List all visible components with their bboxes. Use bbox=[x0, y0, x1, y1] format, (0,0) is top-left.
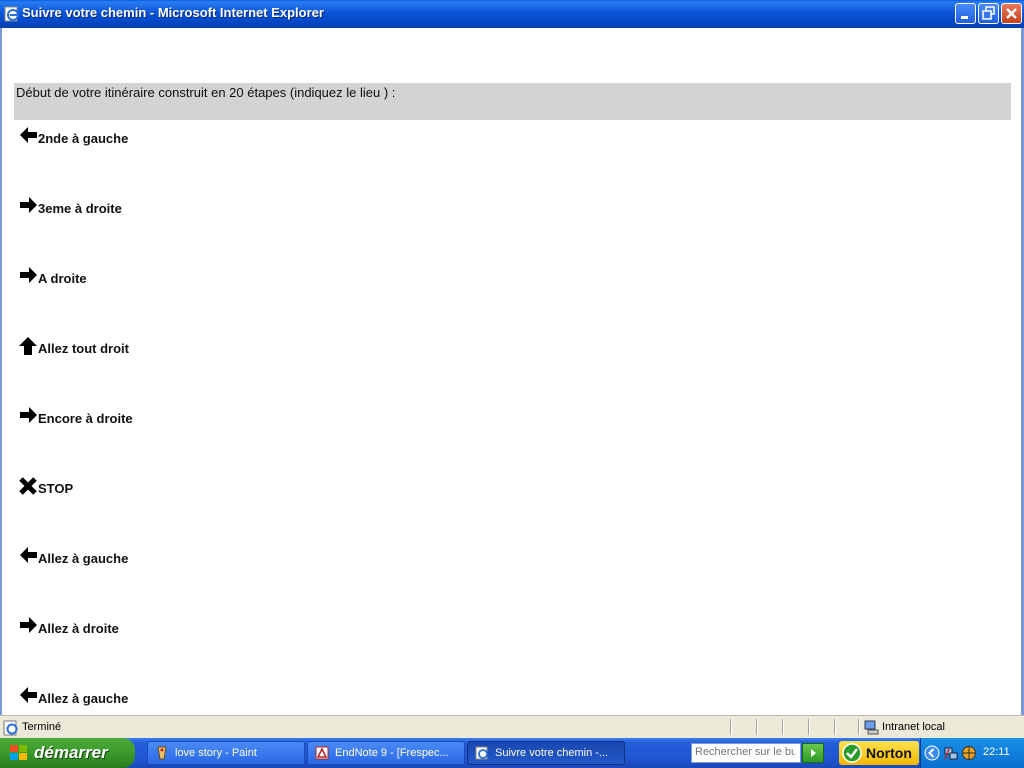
checkmark-icon bbox=[842, 743, 862, 763]
taskbar-item-label: love story - Paint bbox=[175, 747, 257, 759]
taskbar-item-paint[interactable]: love story - Paint bbox=[147, 741, 305, 765]
status-divider bbox=[730, 719, 732, 735]
status-divider bbox=[858, 719, 860, 735]
arrow-right-icon bbox=[20, 267, 37, 283]
minimize-button[interactable] bbox=[955, 3, 976, 24]
taskbar-item-ie[interactable]: Suivre votre chemin -... bbox=[467, 741, 625, 765]
chevron-left-icon[interactable] bbox=[924, 745, 940, 761]
step-label: A droite bbox=[38, 271, 87, 286]
taskbar-item-endnote[interactable]: EndNote 9 - [Frespec... bbox=[307, 741, 465, 765]
desktop-search-input[interactable] bbox=[695, 746, 795, 758]
paint-icon bbox=[157, 746, 167, 760]
desktop-search-box[interactable] bbox=[691, 743, 801, 763]
endnote-icon bbox=[315, 746, 329, 760]
taskbar: démarrer love story - Paint EndNote 9 - … bbox=[0, 738, 1024, 768]
window-title: Suivre votre chemin - Microsoft Internet… bbox=[22, 5, 324, 20]
restore-button[interactable] bbox=[978, 3, 999, 24]
arrow-left-icon bbox=[20, 127, 37, 143]
status-divider bbox=[782, 719, 784, 735]
step-label: Encore à droite bbox=[38, 411, 133, 426]
browser-content: Début de votre itinéraire construit en 2… bbox=[0, 28, 1024, 715]
system-tray: 22:11 bbox=[920, 738, 1024, 768]
status-divider bbox=[756, 719, 758, 735]
status-bar: Terminé Intranet local bbox=[0, 715, 1024, 738]
itinerary-header: Début de votre itinéraire construit en 2… bbox=[14, 83, 1011, 120]
close-button[interactable] bbox=[1001, 3, 1022, 24]
globe-icon[interactable] bbox=[961, 745, 977, 761]
step-label: STOP bbox=[38, 481, 74, 496]
intranet-zone-icon bbox=[864, 720, 879, 735]
restore-icon bbox=[982, 6, 995, 20]
step-label: 2nde à gauche bbox=[38, 131, 129, 146]
page-done-icon bbox=[3, 720, 18, 736]
status-text: Terminé bbox=[22, 721, 62, 733]
itinerary-header-text: Début de votre itinéraire construit en 2… bbox=[16, 85, 396, 100]
step-label: Allez tout droit bbox=[38, 341, 129, 356]
internet-explorer-icon bbox=[475, 746, 488, 760]
taskbar-item-label: Suivre votre chemin -... bbox=[495, 747, 609, 759]
network-icon[interactable] bbox=[943, 745, 959, 761]
security-zone-text: Intranet local bbox=[882, 721, 945, 733]
search-go-button[interactable] bbox=[802, 743, 824, 763]
arrow-right-icon bbox=[20, 617, 37, 633]
status-divider bbox=[808, 719, 810, 735]
norton-button[interactable]: Norton bbox=[839, 741, 919, 765]
start-label: démarrer bbox=[34, 743, 108, 762]
clock: 22:11 bbox=[983, 746, 1010, 758]
stop-cross-icon bbox=[19, 477, 37, 495]
arrow-left-icon bbox=[20, 687, 37, 703]
start-button[interactable]: démarrer bbox=[0, 738, 135, 768]
status-divider bbox=[834, 719, 836, 735]
taskbar-item-label: EndNote 9 - [Frespec... bbox=[335, 747, 449, 759]
play-arrow-icon bbox=[811, 749, 816, 757]
step-label: Allez à gauche bbox=[38, 691, 129, 706]
title-bar[interactable]: Suivre votre chemin - Microsoft Internet… bbox=[0, 0, 1024, 28]
step-label: Allez à droite bbox=[38, 621, 119, 636]
norton-label: Norton bbox=[866, 745, 912, 761]
internet-explorer-icon bbox=[4, 6, 19, 22]
step-label: Allez à gauche bbox=[38, 551, 129, 566]
arrow-up-icon bbox=[19, 337, 37, 355]
windows-flag-icon bbox=[10, 745, 27, 760]
minimize-icon bbox=[961, 16, 968, 19]
arrow-right-icon bbox=[20, 407, 37, 423]
arrow-right-icon bbox=[20, 197, 37, 213]
close-icon bbox=[1006, 8, 1017, 19]
step-label: 3eme à droite bbox=[38, 201, 122, 216]
arrow-left-icon bbox=[20, 547, 37, 563]
